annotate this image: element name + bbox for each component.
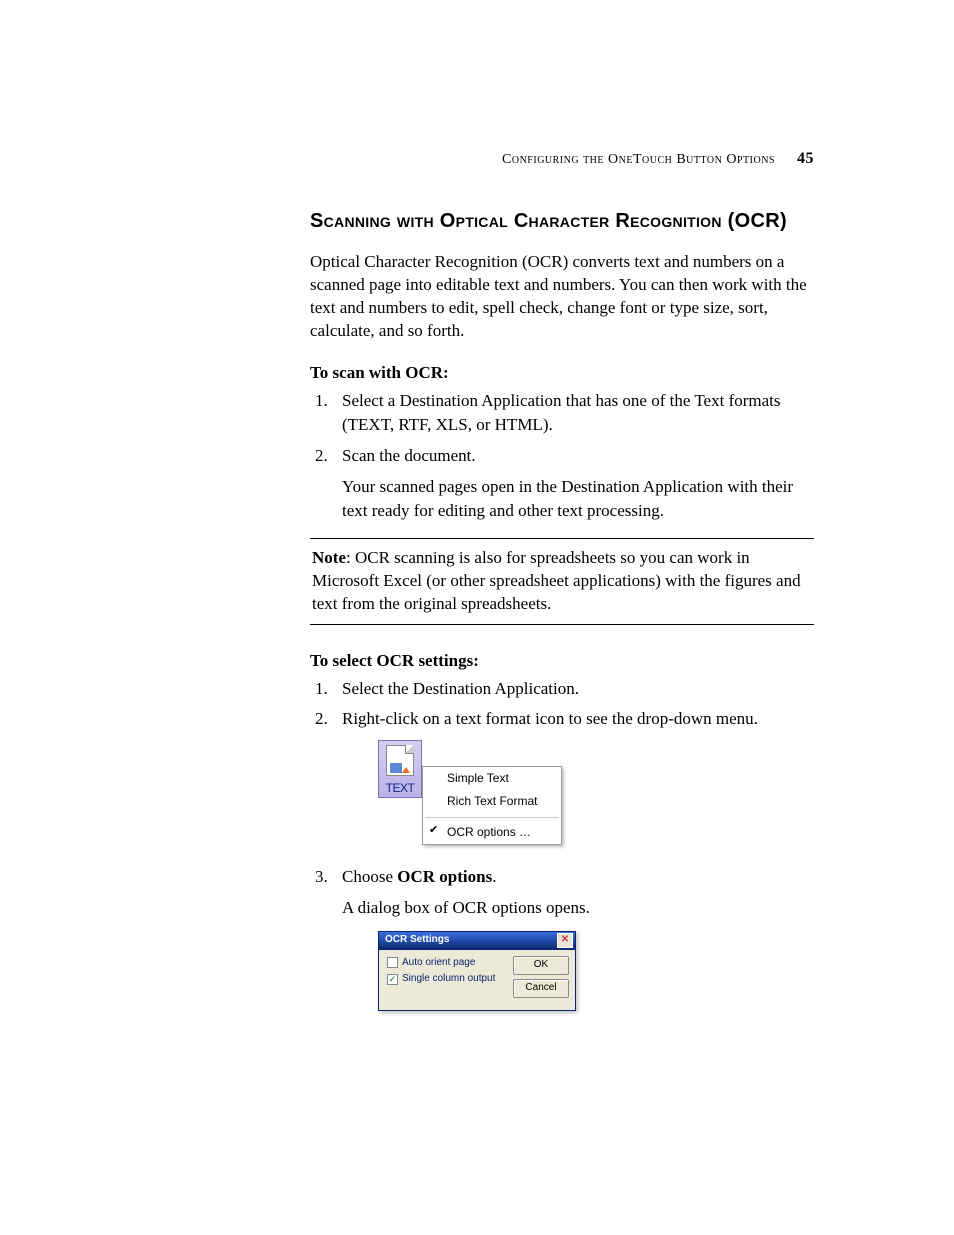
step-text-pre: Choose: [342, 867, 397, 886]
menu-item-rich-text[interactable]: Rich Text Format: [423, 790, 561, 813]
running-head: Configuring the OneTouch Button Options …: [502, 150, 814, 168]
intro-paragraph: Optical Character Recognition (OCR) conv…: [310, 251, 814, 343]
step-item: Choose OCR options. A dialog box of OCR …: [332, 865, 814, 1010]
page: Configuring the OneTouch Button Options …: [0, 0, 954, 1235]
step-item: Select the Destination Application.: [332, 677, 814, 702]
content: Scanning with Optical Character Recognit…: [310, 210, 814, 1011]
menu-assembly: TEXT Simple Text Rich Text Format OCR op…: [378, 740, 562, 845]
step-text: Right-click on a text format icon to see…: [342, 709, 758, 728]
dialog-buttons: OK Cancel: [513, 956, 569, 1002]
subheading-select-ocr: To select OCR settings:: [310, 651, 814, 671]
document-icon: [386, 745, 414, 776]
option-auto-orient[interactable]: Auto orient page: [387, 956, 505, 971]
running-head-text: Configuring the OneTouch Button Options: [502, 152, 775, 167]
step-text-bold: OCR options: [397, 867, 492, 886]
step-item: Right-click on a text format icon to see…: [332, 707, 814, 859]
step-item: Select a Destination Application that ha…: [332, 389, 814, 438]
option-label: Auto orient page: [402, 956, 475, 971]
close-button[interactable]: ✕: [557, 933, 573, 948]
note-label: Note: [312, 548, 346, 567]
checkbox-icon: ✓: [387, 974, 398, 985]
dialog-title: OCR Settings: [385, 933, 449, 948]
menu-item-simple-text[interactable]: Simple Text: [423, 767, 561, 790]
cancel-button[interactable]: Cancel: [513, 979, 569, 998]
steps-scan-ocr: Select a Destination Application that ha…: [310, 389, 814, 524]
text-format-label: TEXT: [386, 780, 415, 797]
note-box: Note: OCR scanning is also for spreadshe…: [310, 538, 814, 625]
context-menu-screenshot: TEXT Simple Text Rich Text Format OCR op…: [378, 740, 562, 845]
step-text: Scan the document.: [342, 446, 476, 465]
subheading-scan-ocr: To scan with OCR:: [310, 363, 814, 383]
step-text: Select the Destination Application.: [342, 679, 579, 698]
dialog-titlebar: OCR Settings ✕: [379, 932, 575, 950]
close-icon: ✕: [561, 934, 569, 945]
menu-separator: [425, 817, 559, 818]
checkbox-icon: [387, 957, 398, 968]
step-text-post: .: [492, 867, 496, 886]
dialog-options: Auto orient page ✓ Single column output: [387, 956, 505, 1002]
section-heading: Scanning with Optical Character Recognit…: [310, 210, 814, 233]
ocr-settings-dialog: OCR Settings ✕ Auto orient page: [378, 931, 576, 1011]
menu-item-ocr-options[interactable]: OCR options …: [423, 821, 561, 844]
step-item: Scan the document. Your scanned pages op…: [332, 444, 814, 524]
page-number: 45: [797, 150, 814, 167]
text-format-tile[interactable]: TEXT: [378, 740, 422, 798]
note-body: : OCR scanning is also for spreadsheets …: [312, 548, 801, 613]
dialog-body: Auto orient page ✓ Single column output …: [379, 950, 575, 1010]
step-text: Select a Destination Application that ha…: [342, 391, 781, 435]
step-followup: Your scanned pages open in the Destinati…: [342, 475, 814, 524]
step-followup: A dialog box of OCR options opens.: [342, 896, 814, 921]
steps-select-ocr: Select the Destination Application. Righ…: [310, 677, 814, 1011]
option-label: Single column output: [402, 972, 495, 987]
context-menu: Simple Text Rich Text Format OCR options…: [422, 766, 562, 845]
ok-button[interactable]: OK: [513, 956, 569, 975]
option-single-column[interactable]: ✓ Single column output: [387, 972, 505, 987]
